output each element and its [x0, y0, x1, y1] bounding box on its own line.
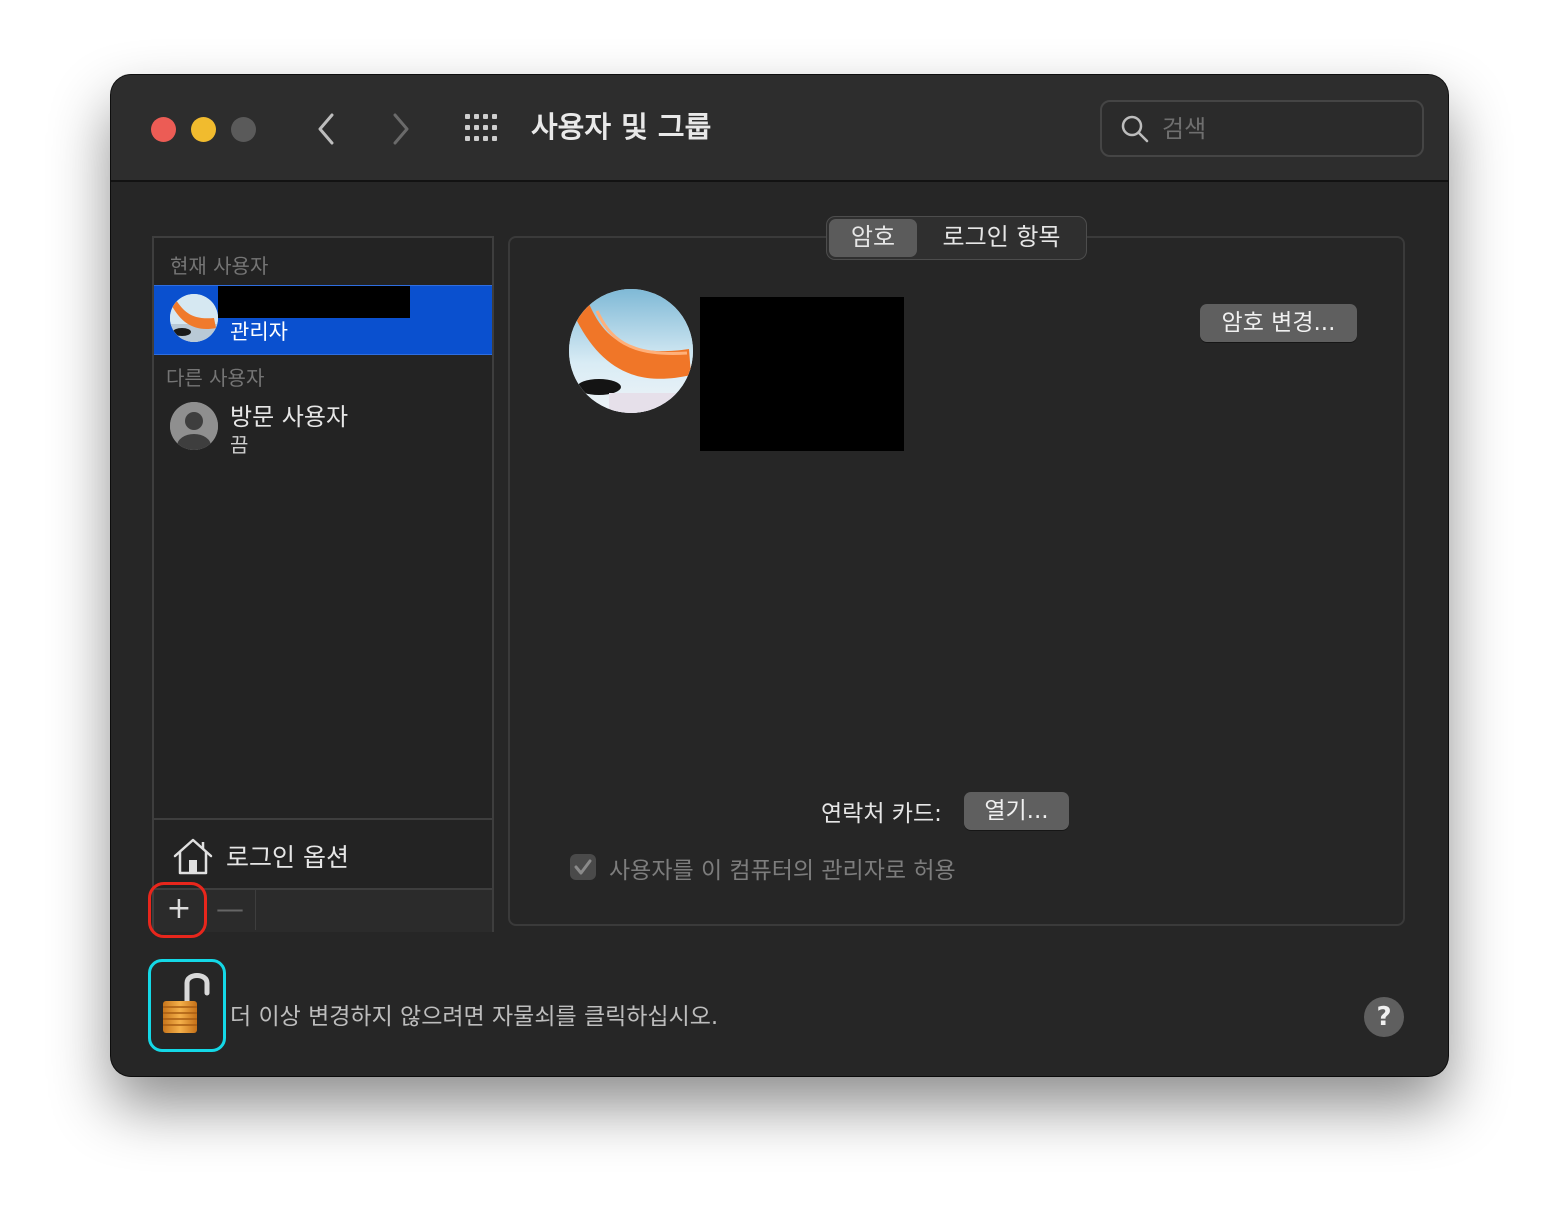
open-contact-card-button[interactable]: 열기...	[964, 792, 1069, 830]
search-input[interactable]	[1160, 111, 1414, 147]
guest-person-icon	[170, 402, 218, 450]
redacted-user-details	[700, 297, 904, 451]
title-bar: 사용자 및 그룹	[111, 75, 1448, 182]
window-title: 사용자 및 그룹	[531, 110, 712, 144]
preferences-window: 사용자 및 그룹 현재 사용자 관리자 다른 사용자	[111, 75, 1448, 1076]
close-window-button[interactable]	[151, 117, 176, 142]
forward-chevron-icon[interactable]	[383, 105, 419, 153]
checkmark-icon	[574, 859, 592, 875]
current-users-heading: 현재 사용자	[170, 254, 269, 278]
guest-user-row[interactable]: 방문 사용자 끔	[154, 393, 492, 459]
zoom-window-button[interactable]	[231, 117, 256, 142]
padlock-unlocked-icon[interactable]	[157, 967, 213, 1037]
other-users-heading: 다른 사용자	[166, 366, 265, 390]
contact-card-label: 연락처 카드:	[821, 801, 942, 827]
remove-user-button[interactable]: —	[205, 890, 256, 930]
tab-bar: 암호 로그인 항목	[826, 216, 1087, 260]
back-chevron-icon[interactable]	[308, 105, 344, 153]
change-password-button[interactable]: 암호 변경...	[1200, 304, 1357, 342]
lock-instruction-text: 더 이상 변경하지 않으려면 자물쇠를 클릭하십시오.	[230, 1004, 719, 1030]
tab-password[interactable]: 암호	[829, 219, 917, 257]
add-button-highlight	[148, 882, 207, 938]
user-picture[interactable]	[569, 289, 693, 413]
allow-admin-checkbox[interactable]	[570, 854, 596, 880]
user-avatar	[170, 294, 218, 342]
search-field[interactable]	[1100, 100, 1424, 157]
current-user-role: 관리자	[230, 320, 288, 344]
help-button[interactable]: ?	[1364, 997, 1404, 1037]
login-options-row[interactable]: 로그인 옵션	[154, 818, 492, 890]
user-list-sidebar: 현재 사용자 관리자 다른 사용자 방문 사용자 끔 로그인 옵션 + —	[152, 236, 494, 932]
allow-admin-label: 사용자를 이 컴퓨터의 관리자로 허용	[609, 858, 956, 884]
minimize-window-button[interactable]	[191, 117, 216, 142]
guest-user-name: 방문 사용자	[230, 403, 349, 431]
house-icon	[173, 838, 213, 875]
show-all-grid-icon[interactable]	[463, 112, 503, 144]
tab-login-items[interactable]: 로그인 항목	[919, 217, 1084, 259]
current-user-row[interactable]: 관리자	[154, 285, 492, 355]
redacted-user-name	[218, 286, 410, 318]
search-icon	[1121, 115, 1149, 143]
login-options-label: 로그인 옵션	[226, 843, 349, 872]
guest-user-status: 끔	[230, 433, 249, 457]
